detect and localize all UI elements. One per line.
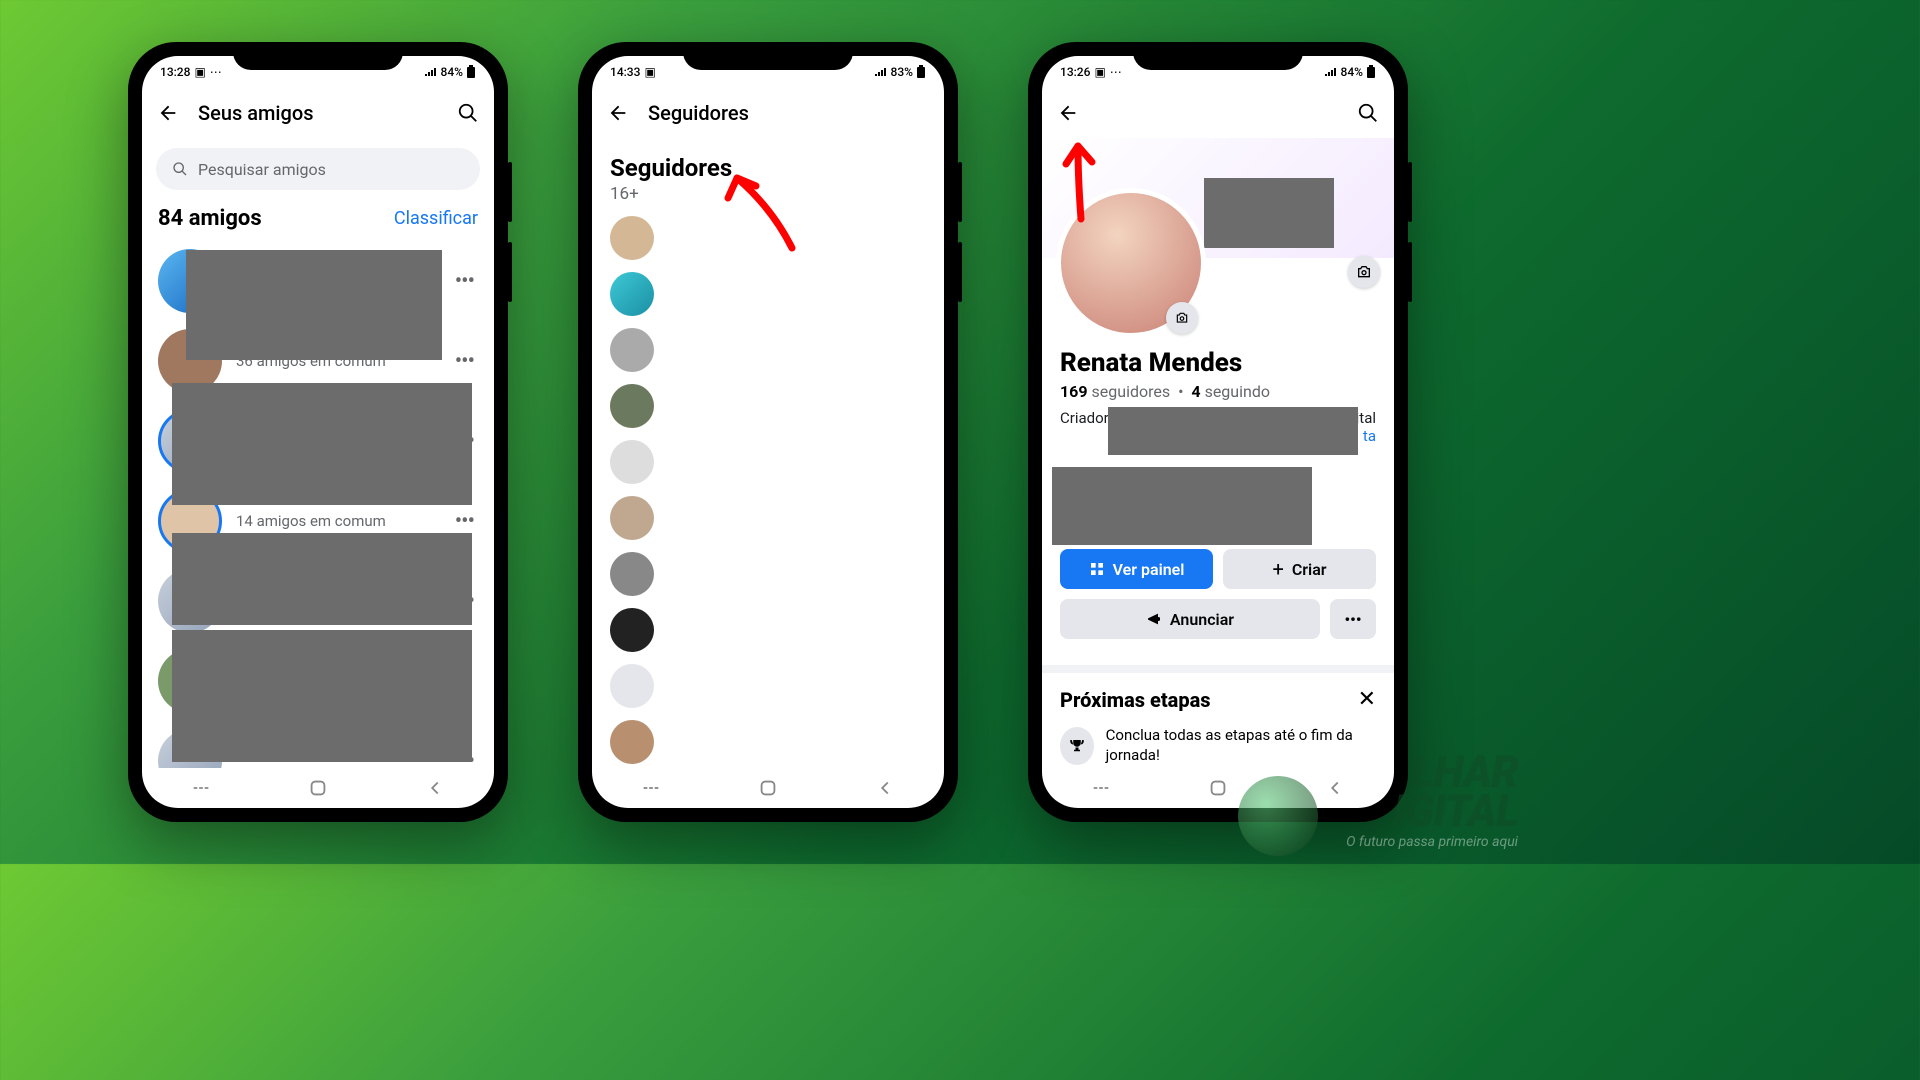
status-time: 13:28	[160, 65, 190, 79]
home-icon[interactable]	[1207, 777, 1229, 799]
android-navbar	[592, 768, 944, 808]
status-time: 14:33	[610, 65, 640, 79]
app-header: Seguidores	[592, 88, 944, 138]
follower-row[interactable]	[604, 714, 932, 768]
notch	[1133, 42, 1303, 70]
page-title: Seus amigos	[198, 101, 438, 125]
redaction	[186, 250, 442, 360]
redaction	[172, 630, 472, 762]
battery-icon	[1366, 65, 1376, 79]
phone-friends: 13:28 ▣ ⋯ 84% Seus amigos	[128, 42, 508, 822]
status-battery: 83%	[891, 65, 913, 79]
status-notification-icon: ▣	[194, 65, 205, 79]
recent-apps-icon[interactable]	[640, 777, 662, 799]
back-icon[interactable]	[606, 101, 630, 125]
signal-icon	[424, 67, 438, 77]
home-icon[interactable]	[757, 777, 779, 799]
status-notification-icon: ⋯	[1110, 65, 1122, 79]
ver-painel-button[interactable]: Ver painel	[1060, 549, 1213, 589]
redaction	[172, 383, 472, 505]
search-icon[interactable]	[456, 101, 480, 125]
home-icon[interactable]	[307, 777, 329, 799]
more-icon[interactable]: •••	[451, 509, 478, 534]
more-icon[interactable]: •••	[451, 269, 478, 294]
signal-icon	[874, 67, 888, 77]
next-steps-section: Próximas etapas ✕ Conclua todas as etapa…	[1042, 665, 1394, 765]
search-icon[interactable]	[1356, 101, 1380, 125]
phone-profile: 13:26 ▣ ⋯ 84%	[1028, 42, 1408, 822]
app-header	[1042, 88, 1394, 138]
signal-icon	[1324, 67, 1338, 77]
followers-list	[592, 204, 944, 768]
follower-row[interactable]	[604, 546, 932, 602]
profile-bio: Criador g Digital ta	[1060, 409, 1376, 459]
camera-icon[interactable]	[1348, 256, 1380, 288]
anunciar-button[interactable]: Anunciar	[1060, 599, 1320, 639]
back-nav-icon[interactable]	[874, 777, 896, 799]
notch	[233, 42, 403, 70]
profile-stats[interactable]: 169 seguidores • 4 seguindo	[1060, 382, 1376, 401]
app-header: Seus amigos	[142, 88, 494, 138]
back-nav-icon[interactable]	[424, 777, 446, 799]
sort-button[interactable]: Classificar	[394, 208, 478, 229]
status-battery: 84%	[1341, 65, 1363, 79]
battery-icon	[916, 65, 926, 79]
annotation-arrow	[722, 168, 802, 258]
close-icon[interactable]: ✕	[1358, 687, 1376, 712]
follower-row[interactable]	[604, 658, 932, 714]
more-button[interactable]: •••	[1330, 599, 1376, 639]
status-notification-icon: ▣	[1094, 65, 1105, 79]
recent-apps-icon[interactable]	[190, 777, 212, 799]
status-notification-icon: ▣	[644, 65, 655, 79]
more-icon[interactable]: •••	[451, 349, 478, 374]
page-title: Seguidores	[648, 101, 930, 125]
follower-row[interactable]	[604, 322, 932, 378]
status-time: 13:26	[1060, 65, 1090, 79]
recent-apps-icon[interactable]	[1090, 777, 1112, 799]
friends-count: 84 amigos	[158, 206, 262, 231]
back-icon[interactable]	[1056, 101, 1080, 125]
search-placeholder: Pesquisar amigos	[198, 160, 326, 179]
camera-icon[interactable]	[1166, 302, 1198, 334]
status-notification-icon: ⋯	[210, 65, 222, 79]
follower-row[interactable]	[604, 490, 932, 546]
notch	[683, 42, 853, 70]
back-nav-icon[interactable]	[1324, 777, 1346, 799]
redaction	[172, 533, 472, 625]
follower-row[interactable]	[604, 602, 932, 658]
back-icon[interactable]	[156, 101, 180, 125]
next-steps-title: Próximas etapas	[1060, 688, 1211, 712]
search-input[interactable]: Pesquisar amigos	[156, 148, 480, 190]
android-navbar	[142, 768, 494, 808]
follower-row[interactable]	[604, 378, 932, 434]
phone-followers: 14:33 ▣ 83% Seguidores Seguidores 16+	[578, 42, 958, 822]
step-row[interactable]: Conclua todas as etapas até o fim da jor…	[1060, 726, 1376, 765]
trophy-icon	[1060, 727, 1094, 765]
criar-button[interactable]: + Criar	[1223, 549, 1376, 589]
profile-name: Renata Mendes	[1060, 348, 1376, 378]
status-battery: 84%	[441, 65, 463, 79]
annotation-arrow	[1056, 138, 1106, 224]
battery-icon	[466, 65, 476, 79]
redaction	[1204, 178, 1334, 248]
redaction	[1108, 407, 1358, 455]
redaction	[1052, 467, 1312, 545]
follower-row[interactable]	[604, 434, 932, 490]
android-navbar	[1042, 768, 1394, 808]
follower-row[interactable]	[604, 266, 932, 322]
